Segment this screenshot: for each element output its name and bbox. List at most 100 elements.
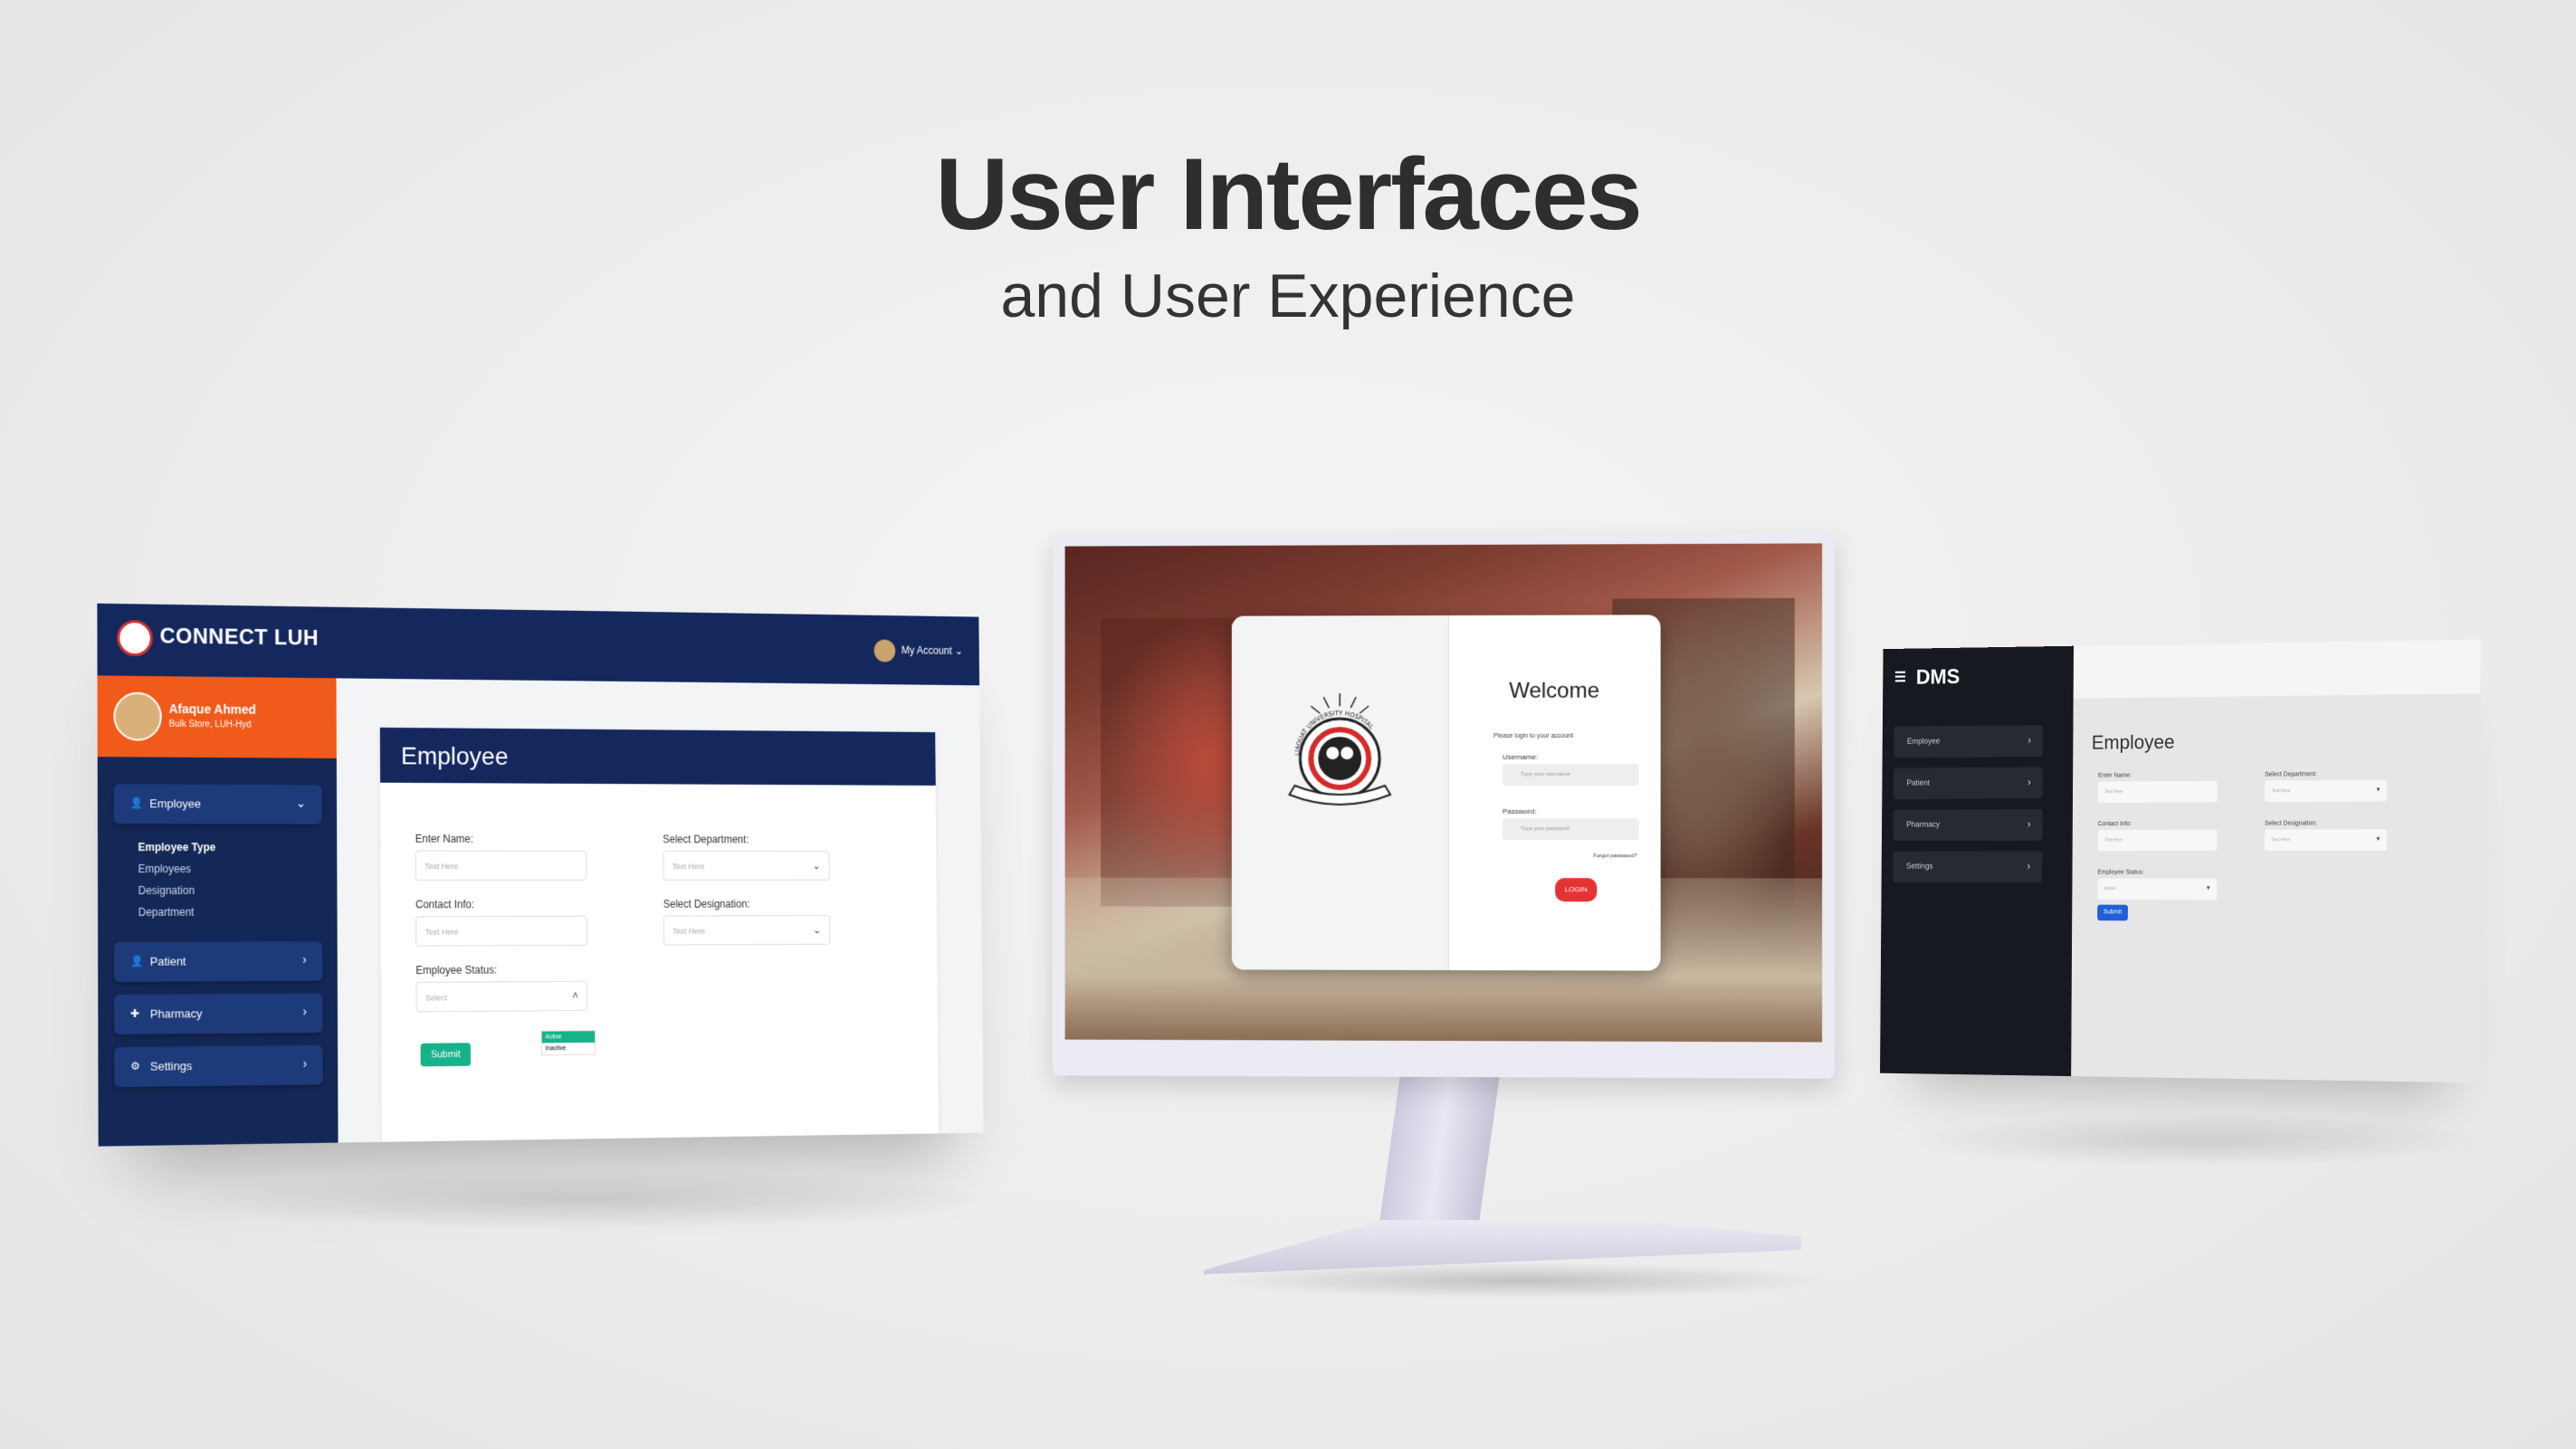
password-label: Password: [1503,807,1537,816]
chevron-right-icon: › [2027,860,2031,872]
status-label: Employee Status: [2097,869,2144,876]
sidebar-item-settings[interactable]: ⚙ Settings › [114,1044,323,1088]
subnav-designation[interactable]: Designation [138,884,195,897]
my-account-label: My Account [901,643,952,657]
sidebar-item-patient[interactable]: 👤 Patient › [114,941,323,982]
login-button[interactable]: LOGIN [1555,878,1598,902]
password-input[interactable]: Type your password [1503,818,1639,841]
avatar [113,691,162,741]
chevron-right-icon: › [2027,776,2031,788]
status-dropdown: Active Inactive [540,1030,596,1056]
designation-placeholder: Text Here [2271,837,2291,844]
subnav-employees[interactable]: Employees [138,863,192,875]
submit-button[interactable]: Submit [2097,904,2128,921]
chevron-down-icon: ▾ [2376,785,2380,794]
sidebar-item-label: Employee [1906,736,1941,746]
login-form: Welcome Please login to your account Use… [1448,615,1661,970]
option-active[interactable]: Active [541,1031,596,1044]
sidebar-item-patient[interactable]: Patient › [1893,767,2043,800]
dms-screen: ☰ DMS Employee › Patient › Pharmacy › Settin… [1880,639,2481,1083]
name-input[interactable]: Text Here [415,850,587,881]
page-title: Employee [2091,730,2175,754]
sidebar-item-employee[interactable]: 👤 Employee ⌄ [113,784,322,825]
chevron-down-icon: ⌄ [812,923,822,937]
top-bar [2073,639,2481,699]
welcome-title: Welcome [1509,678,1600,703]
sidebar-item-pharmacy[interactable]: ✚ Pharmacy › [114,993,323,1035]
sidebar: Afaque Ahmed Bulk Store, LUH-Hyd 👤 Emplo… [97,675,339,1147]
main-content: Employee Enter Name: Text Here Contact I… [2071,693,2481,1083]
name-label: Enter Name: [415,832,473,845]
designation-label: Select Designation: [663,898,750,910]
user-icon: 👤 [129,796,144,810]
sidebar-item-label: Settings [149,1059,193,1073]
top-bar: CONNECT LUH My Account ⌄ [97,603,980,686]
designation-select[interactable]: Text Here ⌄ [663,915,831,946]
status-placeholder: Select [425,993,448,1003]
sidebar-item-employee[interactable]: Employee › [1894,725,2044,758]
right-screen-shadow [1901,1113,2489,1168]
main-content: Employee Enter Name: Text Here Contact I… [336,678,984,1147]
luh-logo-icon [117,619,153,657]
department-label: Select Department: [663,833,749,846]
monitor-stand-neck [1377,1063,1502,1240]
chevron-down-icon: ▾ [2376,834,2380,844]
status-select[interactable]: Select ˄ [415,980,588,1013]
contact-label: Contact Info: [415,898,475,911]
subnav-department[interactable]: Department [138,906,195,919]
login-hint: Please login to your account [1493,732,1574,739]
sidebar-item-label: Settings [1905,861,1933,871]
designation-label: Select Designation: [2264,820,2317,827]
contact-label: Contact Info: [2097,821,2132,828]
forgot-password-link[interactable]: Forgot password? [1593,853,1636,859]
option-inactive[interactable]: Inactive [542,1043,595,1054]
avatar [873,639,895,663]
chevron-down-icon: ⌄ [954,644,963,658]
subnav-employee-type[interactable]: Employee Type [138,841,215,853]
sidebar-item-label: Patient [1906,777,1931,787]
monitor: LIAQUAT UNIVERSITY HOSPITAL Welcome Plea… [1052,532,1836,1079]
hospital-seal-logo: LIAQUAT UNIVERSITY HOSPITAL [1277,688,1403,815]
sidebar-item-settings[interactable]: Settings › [1893,851,2043,883]
logo-panel: LIAQUAT UNIVERSITY HOSPITAL [1231,615,1449,971]
chevron-up-icon: ˄ [572,989,578,1003]
login-screen: LIAQUAT UNIVERSITY HOSPITAL Welcome Plea… [1064,543,1823,1043]
name-input[interactable]: Text Here [2097,780,2218,803]
login-card: LIAQUAT UNIVERSITY HOSPITAL Welcome Plea… [1231,615,1661,971]
headline-subtitle: and User Experience [1000,262,1576,330]
name-label: Enter Name: [2098,772,2132,779]
brand-name: DMS [1915,664,1961,690]
sidebar-item-label: Pharmacy [1906,819,1941,829]
contact-input[interactable]: Text Here [2097,829,2218,852]
dms-brand: ☰ DMS [1894,665,1961,691]
sidebar-item-label: Employee [149,796,202,811]
pills-icon: ✚ [130,1006,140,1020]
headline-title: User Interfaces [935,138,1642,251]
username-input[interactable]: Type your username [1503,763,1639,786]
department-placeholder: Text Here [2271,788,2291,795]
department-select[interactable]: Text Here ▾ [2265,779,2388,803]
sidebar-item-pharmacy[interactable]: Pharmacy › [1893,808,2043,841]
profile-subtitle: Bulk Store, LUH-Hyd [168,719,252,730]
sidebar-item-label: Patient [149,954,186,968]
designation-select[interactable]: Text Here ▾ [2264,829,2388,852]
username-label: Username: [1503,752,1539,761]
profile-card: Afaque Ahmed Bulk Store, LUH-Hyd [97,675,337,758]
user-icon: 👤 [129,954,144,968]
employee-card: Employee Enter Name: Text Here Contact I… [379,727,940,1147]
status-select[interactable]: Active ▾ [2097,878,2218,901]
chevron-down-icon: ▾ [2206,883,2210,892]
designation-placeholder: Text Here [673,926,705,936]
brand-name: CONNECT LUH [159,624,320,651]
department-select[interactable]: Text Here ⌄ [663,850,830,881]
contact-input[interactable]: Text Here [415,915,587,947]
submit-button[interactable]: Submit [420,1043,472,1067]
card-title: Employee [400,741,509,770]
my-account-menu[interactable]: My Account ⌄ [873,639,963,663]
hamburger-icon[interactable]: ☰ [1894,671,1906,685]
chevron-right-icon: › [302,1055,308,1071]
chevron-right-icon: › [302,952,307,967]
gear-icon: ⚙ [130,1059,140,1072]
left-screen-shadow [181,1168,996,1231]
chevron-down-icon: ⌄ [812,859,821,872]
